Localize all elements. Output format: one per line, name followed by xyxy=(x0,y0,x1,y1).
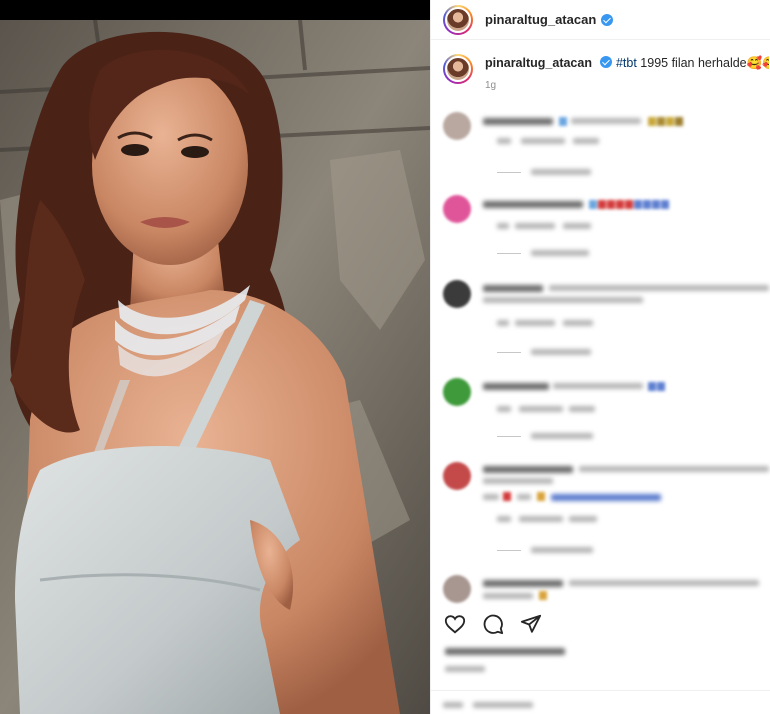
comment-avatar[interactable] xyxy=(443,575,471,603)
comment-avatar[interactable] xyxy=(443,112,471,140)
caption-text: 1995 filan herhalde xyxy=(636,56,747,70)
comment-icon[interactable] xyxy=(481,612,505,636)
post-header: pinaraltug_atacan xyxy=(431,0,770,40)
divider xyxy=(431,690,770,691)
post-time: 1g xyxy=(485,80,497,91)
post-side-panel: pinaraltug_atacan pinaraltug_atacan #tbt… xyxy=(430,0,770,714)
verified-icon xyxy=(600,56,613,68)
blurred-comment xyxy=(443,195,763,265)
verified-icon xyxy=(601,13,614,26)
comment-avatar[interactable] xyxy=(443,462,471,490)
blurred-comment xyxy=(443,462,769,562)
caption-avatar[interactable] xyxy=(443,54,473,84)
blurred-comment-input[interactable] xyxy=(443,700,763,714)
caption-hashtag[interactable]: #tbt xyxy=(616,56,637,70)
blurred-comment xyxy=(443,280,769,370)
post-photo[interactable] xyxy=(0,0,430,714)
share-icon[interactable] xyxy=(519,612,543,636)
blurred-comment xyxy=(443,378,763,448)
caption-username[interactable]: pinaraltug_atacan xyxy=(485,56,592,70)
avatar[interactable] xyxy=(443,4,473,35)
portrait-illustration xyxy=(0,19,430,714)
blurred-comment xyxy=(443,575,763,605)
action-bar xyxy=(443,612,543,636)
caption-emojis: 🥰🥰🥰 xyxy=(746,56,769,70)
header-username[interactable]: pinaraltug_atacan xyxy=(485,12,596,27)
blurred-comment xyxy=(443,112,763,182)
heart-icon[interactable] xyxy=(443,612,467,636)
comment-avatar[interactable] xyxy=(443,280,471,308)
comment-avatar[interactable] xyxy=(443,378,471,406)
comment-avatar[interactable] xyxy=(443,195,471,223)
